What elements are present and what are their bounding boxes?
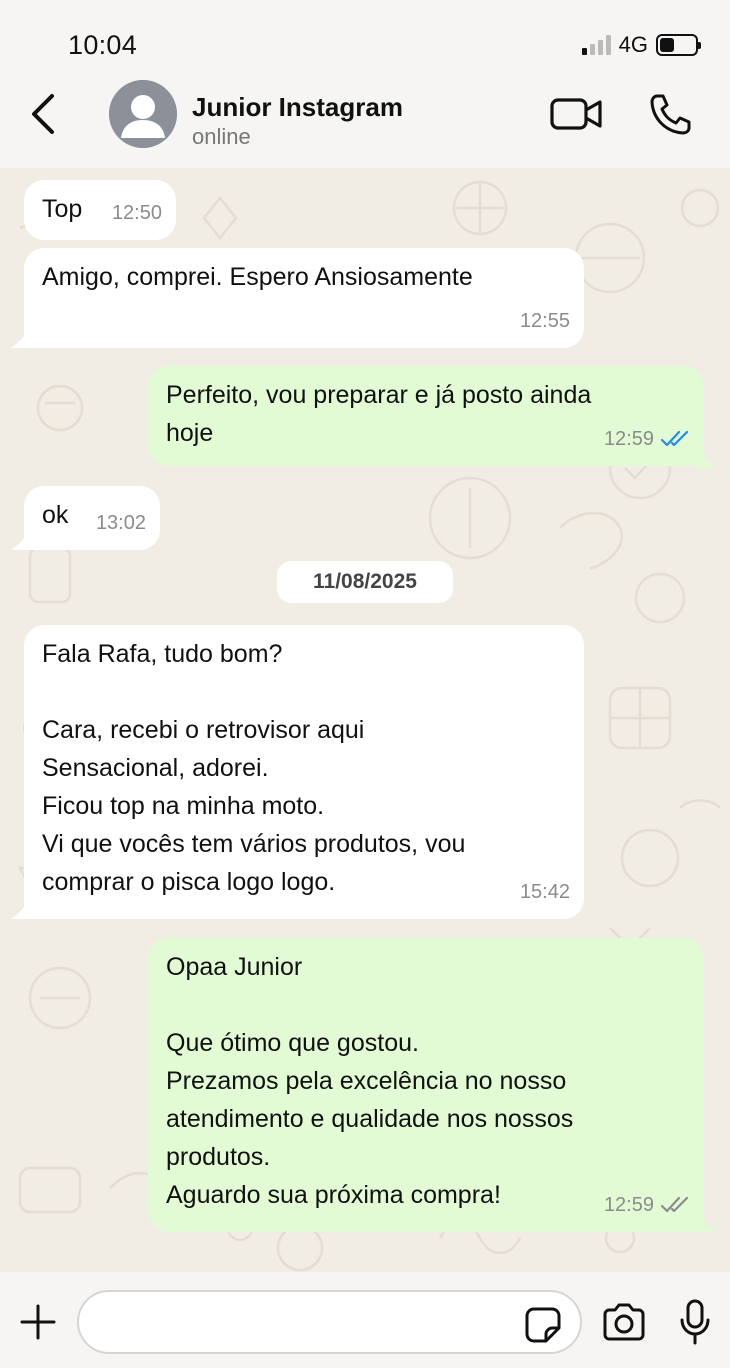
contact-status: online (192, 124, 251, 149)
chat-header: Junior Instagram online (0, 80, 730, 168)
plus-icon (20, 1304, 56, 1340)
message-time: 12:59 (604, 420, 690, 458)
chevron-left-icon (32, 94, 54, 134)
battery-level (660, 38, 674, 52)
microphone-icon (680, 1299, 710, 1345)
battery-icon (656, 34, 701, 56)
status-indicators: 4G (581, 30, 701, 60)
sticker-button[interactable] (524, 1306, 562, 1344)
chat-area[interactable]: Top 12:50 Amigo, comprei. Espero Ansiosa… (0, 168, 730, 1272)
status-bar: 10:04 4G (0, 0, 730, 80)
input-bar (0, 1272, 730, 1368)
double-check-delivered-icon (660, 1196, 689, 1213)
message-input[interactable] (77, 1290, 582, 1354)
back-button[interactable] (24, 92, 64, 136)
camera-button[interactable] (601, 1302, 647, 1342)
avatar[interactable] (109, 80, 177, 148)
network-type: 4G (618, 32, 648, 57)
voice-call-button[interactable] (648, 92, 692, 136)
message-incoming[interactable]: Fala Rafa, tudo bom? Cara, recebi o retr… (24, 625, 584, 919)
message-time: 12:55 (519, 310, 570, 332)
message-outgoing[interactable]: Opaa Junior Que ótimo que gostou. Prezam… (148, 938, 704, 1232)
message-incoming[interactable]: ok 13:02 (24, 486, 160, 550)
message-text: Fala Rafa, tudo bom? Cara, recebi o retr… (42, 640, 466, 896)
message-time: 13:02 (95, 512, 146, 534)
microphone-button[interactable] (678, 1298, 712, 1346)
signal-icon (581, 35, 611, 55)
status-time: 10:04 (68, 30, 138, 60)
video-camera-icon (550, 98, 602, 130)
attach-button[interactable] (18, 1302, 58, 1342)
message-text: Amigo, comprei. Espero Ansiosamente (42, 263, 473, 291)
date-separator: 11/08/2025 (277, 561, 453, 603)
camera-icon (603, 1303, 645, 1341)
message-outgoing[interactable]: Perfeito, vou preparar e já posto ainda … (148, 366, 704, 466)
video-call-button[interactable] (549, 92, 603, 136)
sticker-icon (525, 1307, 561, 1343)
default-avatar-icon (109, 80, 177, 148)
message-time: 12:50 (111, 202, 162, 224)
contact-name[interactable]: Junior Instagram (192, 92, 403, 123)
message-text: Opaa Junior Que ótimo que gostou. Prezam… (166, 953, 574, 1209)
double-check-read-icon (660, 430, 689, 447)
phone-icon (650, 94, 691, 135)
message-incoming[interactable]: Top 12:50 (24, 180, 176, 240)
message-time: 15:42 (519, 881, 570, 903)
message-time: 12:59 (604, 1186, 690, 1224)
message-incoming[interactable]: Amigo, comprei. Espero Ansiosamente 12:5… (24, 248, 584, 348)
